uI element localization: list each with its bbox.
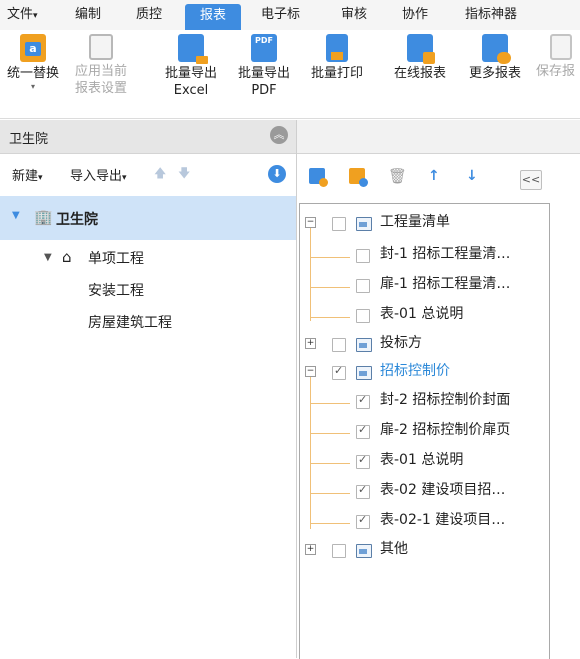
tree-guide-line (310, 376, 311, 529)
menu-bar: 文件▾ 编制 质控 报表 电子标 审核 协作 指标神器 (0, 0, 580, 30)
tree-group-control-price[interactable]: − 招标控制价 (300, 362, 540, 384)
report-folder-icon (356, 544, 372, 558)
tree-child-label[interactable]: 单项工程 (88, 248, 144, 268)
left-panel-header: 卫生院 ︽ (0, 120, 296, 154)
menu-report[interactable]: 报表 (185, 4, 241, 30)
apply-settings-button[interactable]: 应用当前 报表设置 (68, 34, 134, 97)
checkbox[interactable] (332, 338, 346, 352)
add-folder-icon[interactable] (349, 168, 368, 187)
tree-item[interactable]: 表-01 总说明 (352, 451, 542, 473)
checkbox[interactable] (356, 279, 370, 293)
export-pdf-button[interactable]: PDF 批量导出 PDF (231, 34, 297, 99)
checkbox-checked[interactable] (356, 423, 370, 439)
menu-edit[interactable]: 编制 (75, 0, 101, 30)
left-panel-title: 卫生院 (9, 132, 49, 147)
tree-item[interactable]: 表-02-1 建设项目… (352, 511, 542, 533)
delete-icon[interactable]: 🗑 (388, 168, 407, 184)
tree-guide-line (310, 287, 350, 288)
tree-guide-line (310, 257, 350, 258)
menu-e-bid[interactable]: 电子标 (261, 0, 300, 30)
tree-item[interactable]: 表-02 建设项目招… (352, 481, 542, 503)
checkbox-checked[interactable] (356, 513, 370, 529)
menu-file[interactable]: 文件▾ (7, 0, 38, 30)
move-up-icon[interactable]: ↑ (428, 168, 444, 184)
tree-item[interactable]: 表-01 总说明 (352, 305, 542, 327)
panel-divider[interactable] (296, 120, 297, 658)
move-up-icon[interactable]: 🡅 (154, 164, 166, 185)
replace-icon: a (20, 34, 46, 62)
checkbox-checked[interactable] (356, 453, 370, 469)
right-panel-header (297, 120, 580, 154)
report-folder-icon (356, 338, 372, 352)
tree-leaf-install[interactable]: 安装工程 (88, 280, 144, 300)
expand-plus-icon[interactable]: + (305, 544, 316, 555)
checkbox-checked[interactable] (356, 483, 370, 499)
report-tree: − 工程量清单 封-1 招标工程量清… 扉-1 招标工程量清… 表-01 总说明… (299, 203, 550, 659)
expand-arrow-icon[interactable]: ▼ (12, 210, 20, 221)
unified-replace-button[interactable]: a 统一替换 ▾ (0, 34, 66, 92)
tree-item[interactable]: 扉-2 招标控制价扉页 (352, 421, 542, 443)
tree-item[interactable]: 扉-1 招标工程量清… (352, 275, 542, 297)
more-reports-button[interactable]: 更多报表 (462, 34, 528, 82)
online-report-button[interactable]: 在线报表 (387, 34, 453, 82)
collapse-minus-icon[interactable]: − (305, 366, 316, 377)
collapse-left-button[interactable]: << (520, 170, 542, 190)
expand-arrow-icon[interactable]: ▼ (44, 252, 52, 263)
pdf-export-icon: PDF (251, 34, 277, 62)
checkbox[interactable] (332, 544, 346, 558)
checkbox-checked[interactable] (332, 364, 346, 380)
checkbox[interactable] (332, 217, 346, 231)
save-report-icon (550, 34, 572, 60)
tree-guide-line (310, 433, 350, 434)
import-export-dropdown-button[interactable]: 导入导出▾ (70, 165, 127, 184)
tree-guide-line (310, 463, 350, 464)
tree-guide-line (310, 224, 311, 321)
excel-export-icon (178, 34, 208, 64)
dropdown-arrow-icon: ▾ (30, 82, 35, 91)
save-report-button[interactable]: 保存报 (536, 34, 580, 80)
online-report-icon (407, 34, 435, 64)
move-down-icon[interactable]: 🡇 (178, 164, 190, 185)
move-down-icon[interactable]: ↓ (466, 168, 482, 184)
tree-leaf-building[interactable]: 房屋建筑工程 (88, 312, 172, 332)
report-folder-icon (356, 217, 372, 231)
tree-item[interactable]: 封-1 招标工程量清… (352, 245, 542, 267)
more-reports-icon (482, 34, 511, 64)
tree-group-other[interactable]: + 其他 (300, 540, 540, 562)
checkbox-checked[interactable] (356, 393, 370, 409)
collapse-minus-icon[interactable]: − (305, 217, 316, 228)
menu-index-tool[interactable]: 指标神器 (465, 0, 517, 30)
ribbon-toolbar: a 统一替换 ▾ 应用当前 报表设置 批量导出 Excel PDF 批量导出 P… (0, 30, 580, 119)
add-report-icon[interactable] (309, 168, 328, 187)
menu-review[interactable]: 审核 (341, 0, 367, 30)
report-folder-icon (356, 366, 372, 380)
checkbox[interactable] (356, 309, 370, 323)
expand-plus-icon[interactable]: + (305, 338, 316, 349)
tree-guide-line (310, 523, 350, 524)
collapse-up-icon[interactable]: ︽ (270, 126, 288, 144)
tree-item[interactable]: 封-2 招标控制价封面 (352, 391, 542, 413)
tree-guide-line (310, 403, 350, 404)
download-icon[interactable]: ⬇ (268, 165, 286, 183)
home-icon: ⌂ (62, 248, 72, 266)
tree-group-bill[interactable]: − 工程量清单 (300, 213, 540, 235)
print-icon (326, 34, 348, 62)
tree-guide-line (310, 317, 350, 318)
building-icon: 🏢 (34, 208, 53, 226)
checkbox[interactable] (356, 249, 370, 263)
new-dropdown-button[interactable]: 新建▾ (12, 165, 43, 184)
tree-root-label[interactable]: 卫生院 (56, 209, 98, 229)
export-excel-button[interactable]: 批量导出 Excel (158, 34, 224, 99)
apply-settings-icon (89, 34, 113, 60)
tree-guide-line (310, 493, 350, 494)
menu-collab[interactable]: 协作 (402, 0, 428, 30)
left-toolbar: 新建▾ 导入导出▾ 🡅 🡇 ⬇ (0, 154, 296, 194)
tree-group-bidder[interactable]: + 投标方 (300, 334, 540, 356)
batch-print-button[interactable]: 批量打印 (304, 34, 370, 82)
menu-quality[interactable]: 质控 (136, 0, 162, 30)
